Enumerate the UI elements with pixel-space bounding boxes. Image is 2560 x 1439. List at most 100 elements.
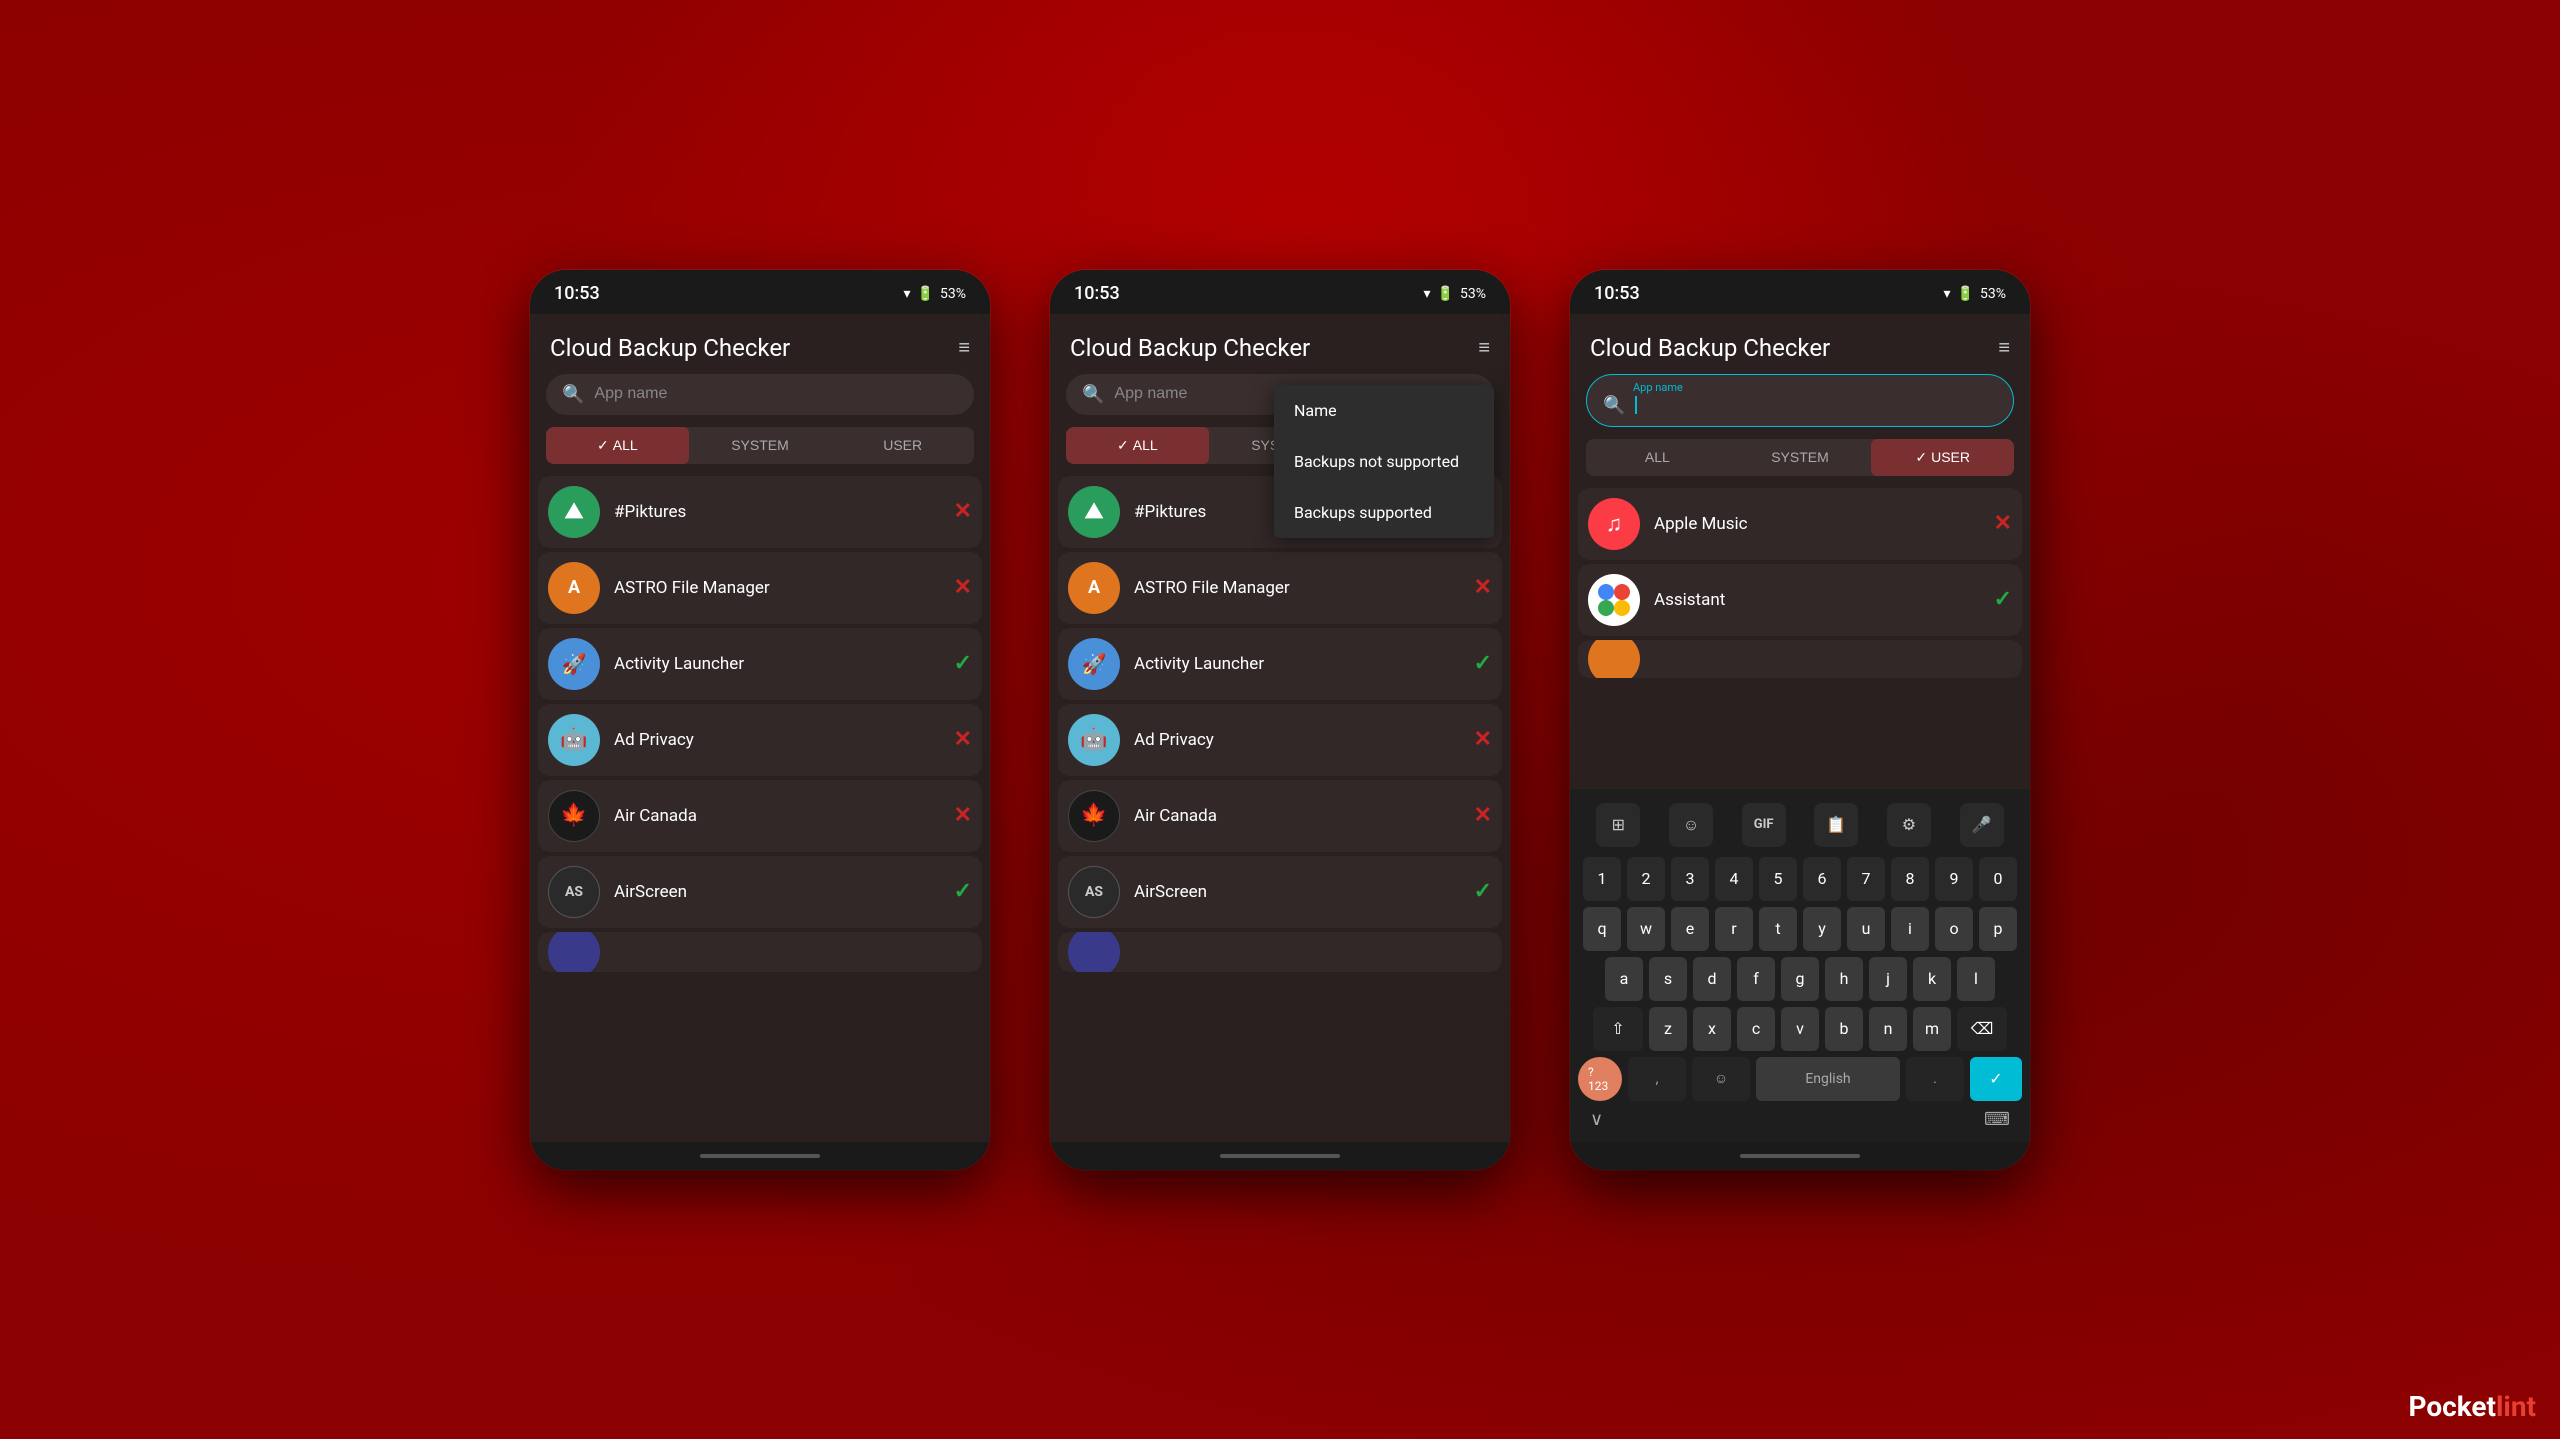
kbd-key-t[interactable]: t <box>1759 907 1797 951</box>
kbd-key-1[interactable]: 1 <box>1583 857 1621 901</box>
tab-user-3[interactable]: ✓ USER <box>1871 439 2014 476</box>
kbd-key-p[interactable]: p <box>1979 907 2017 951</box>
dropdown-item-not-supported[interactable]: Backups not supported <box>1274 436 1494 487</box>
list-item[interactable]: 🍁 Air Canada ✕ <box>1058 780 1502 852</box>
phone-1: 10:53 ▾ 🔋 53% Cloud Backup Checker ≡ 🔍 ✓… <box>530 270 990 1170</box>
list-item[interactable]: AS AirScreen ✓ <box>538 856 982 928</box>
kbd-key-e[interactable]: e <box>1671 907 1709 951</box>
tab-user-1[interactable]: USER <box>831 427 974 464</box>
app-name-adprivacy-2: Ad Privacy <box>1134 730 1474 750</box>
tab-all-3[interactable]: ALL <box>1586 439 1729 476</box>
search-bar-1[interactable]: 🔍 <box>546 374 974 415</box>
filter-icon-3[interactable]: ≡ <box>1998 335 2010 360</box>
list-item[interactable]: Assistant ✓ <box>1578 564 2022 636</box>
kbd-enter-key[interactable]: ✓ <box>1970 1057 2022 1101</box>
kbd-shift-key[interactable]: ⇧ <box>1593 1007 1643 1051</box>
tab-all-2[interactable]: ✓ ALL <box>1066 427 1209 464</box>
kbd-gif-btn[interactable]: GIF <box>1742 803 1786 847</box>
kbd-key-u[interactable]: u <box>1847 907 1885 951</box>
kbd-key-c[interactable]: c <box>1737 1007 1775 1051</box>
dropdown-item-name[interactable]: Name <box>1274 385 1494 436</box>
kbd-key-8[interactable]: 8 <box>1891 857 1929 901</box>
kbd-key-k[interactable]: k <box>1913 957 1951 1001</box>
kbd-key-h[interactable]: h <box>1825 957 1863 1001</box>
kbd-key-w[interactable]: w <box>1627 907 1665 951</box>
kbd-key-v[interactable]: v <box>1781 1007 1819 1051</box>
kbd-key-9[interactable]: 9 <box>1935 857 1973 901</box>
list-item[interactable]: 🤖 Ad Privacy ✕ <box>538 704 982 776</box>
kbd-keyboard-icon[interactable]: ⌨ <box>1984 1109 2010 1130</box>
list-item[interactable]: ⛰ #Piktures ✕ <box>538 476 982 548</box>
list-item[interactable]: AS AirScreen ✓ <box>1058 856 1502 928</box>
battery-pct-2: 53% <box>1460 286 1486 302</box>
kbd-key-b[interactable]: b <box>1825 1007 1863 1051</box>
kbd-settings-icon[interactable]: ⚙ <box>1887 803 1931 847</box>
kbd-comma-key[interactable]: , <box>1628 1057 1686 1101</box>
search-icon-2: 🔍 <box>1082 384 1104 405</box>
app-name-aircanada-1: Air Canada <box>614 806 954 826</box>
kbd-key-5[interactable]: 5 <box>1759 857 1797 901</box>
kbd-space-key[interactable]: English <box>1756 1057 1900 1101</box>
search-bar-3[interactable]: App name 🔍 <box>1586 374 2014 427</box>
search-input-1[interactable] <box>594 385 958 403</box>
app-status-activity-2: ✓ <box>1474 651 1492 676</box>
kbd-key-d[interactable]: d <box>1693 957 1731 1001</box>
kbd-key-3[interactable]: 3 <box>1671 857 1709 901</box>
list-item[interactable]: A ASTRO File Manager ✕ <box>538 552 982 624</box>
sort-dropdown: Name Backups not supported Backups suppo… <box>1274 385 1494 538</box>
list-item[interactable] <box>538 932 982 972</box>
list-item[interactable]: ♫ Apple Music ✕ <box>1578 488 2022 560</box>
tab-system-3[interactable]: SYSTEM <box>1729 439 1872 476</box>
kbd-period-key[interactable]: . <box>1906 1057 1964 1101</box>
kbd-key-n[interactable]: n <box>1869 1007 1907 1051</box>
kbd-key-7[interactable]: 7 <box>1847 857 1885 901</box>
tab-system-1[interactable]: SYSTEM <box>689 427 832 464</box>
keyboard-3: ⊞ ☺ GIF 📋 ⚙ 🎤 1 2 3 4 5 6 7 8 <box>1570 789 2030 1142</box>
kbd-grid-icon[interactable]: ⊞ <box>1596 803 1640 847</box>
status-bar-3: 10:53 ▾ 🔋 53% <box>1570 270 2030 314</box>
list-item[interactable]: 🤖 Ad Privacy ✕ <box>1058 704 1502 776</box>
kbd-key-a[interactable]: a <box>1605 957 1643 1001</box>
kbd-emoji-icon[interactable]: ☺ <box>1669 803 1713 847</box>
kbd-key-o[interactable]: o <box>1935 907 1973 951</box>
tab-all-1[interactable]: ✓ ALL <box>546 427 689 464</box>
kbd-symbols-key[interactable]: ?123 <box>1578 1057 1622 1101</box>
app-list-1: ⛰ #Piktures ✕ A ASTRO File Manager ✕ 🚀 A… <box>530 476 990 1142</box>
kbd-key-z[interactable]: z <box>1649 1007 1687 1051</box>
kbd-key-r[interactable]: r <box>1715 907 1753 951</box>
kbd-key-y[interactable]: y <box>1803 907 1841 951</box>
kbd-key-i[interactable]: i <box>1891 907 1929 951</box>
kbd-key-6[interactable]: 6 <box>1803 857 1841 901</box>
list-item[interactable]: 🍁 Air Canada ✕ <box>538 780 982 852</box>
app-name-airscreen-2: AirScreen <box>1134 882 1474 902</box>
list-item[interactable]: 🚀 Activity Launcher ✓ <box>538 628 982 700</box>
filter-icon-2[interactable]: ≡ <box>1478 335 1490 360</box>
dropdown-item-supported[interactable]: Backups supported <box>1274 487 1494 538</box>
kbd-key-s[interactable]: s <box>1649 957 1687 1001</box>
kbd-key-m[interactable]: m <box>1913 1007 1951 1051</box>
kbd-key-2[interactable]: 2 <box>1627 857 1665 901</box>
kbd-emoji-key-bottom[interactable]: ☺ <box>1692 1057 1750 1101</box>
list-item[interactable] <box>1058 932 1502 972</box>
list-item[interactable]: 🚀 Activity Launcher ✓ <box>1058 628 1502 700</box>
app-status-astro-2: ✕ <box>1474 575 1492 600</box>
kbd-key-q[interactable]: q <box>1583 907 1621 951</box>
kbd-key-0[interactable]: 0 <box>1979 857 2017 901</box>
app-name-astro-1: ASTRO File Manager <box>614 578 954 598</box>
kbd-chevron-down-icon[interactable]: ∨ <box>1590 1109 1603 1130</box>
kbd-key-j[interactable]: j <box>1869 957 1907 1001</box>
filter-icon-1[interactable]: ≡ <box>958 335 970 360</box>
app-icon-activity-1: 🚀 <box>548 638 600 690</box>
kbd-key-f[interactable]: f <box>1737 957 1775 1001</box>
kbd-key-4[interactable]: 4 <box>1715 857 1753 901</box>
app-icon-adprivacy-1: 🤖 <box>548 714 600 766</box>
list-item[interactable] <box>1578 640 2022 678</box>
kbd-mic-icon[interactable]: 🎤 <box>1960 803 2004 847</box>
kbd-key-l[interactable]: l <box>1957 957 1995 1001</box>
kbd-clipboard-icon[interactable]: 📋 <box>1814 803 1858 847</box>
kbd-dismiss-row: ∨ ⌨ <box>1574 1105 2026 1134</box>
list-item[interactable]: A ASTRO File Manager ✕ <box>1058 552 1502 624</box>
kbd-backspace-key[interactable]: ⌫ <box>1957 1007 2007 1051</box>
kbd-key-x[interactable]: x <box>1693 1007 1731 1051</box>
kbd-key-g[interactable]: g <box>1781 957 1819 1001</box>
